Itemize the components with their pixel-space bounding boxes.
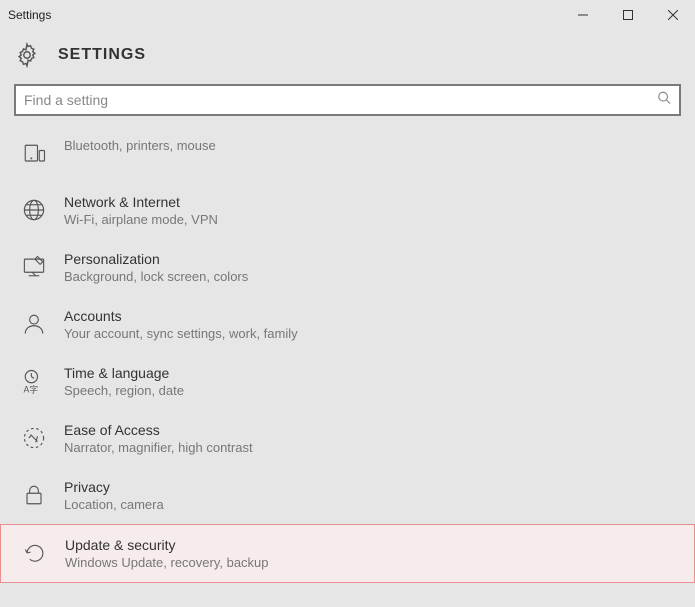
category-subtitle: Location, camera — [64, 497, 164, 512]
close-button[interactable] — [650, 0, 695, 30]
category-text: Bluetooth, printers, mouse — [64, 138, 216, 153]
category-item-devices[interactable]: Bluetooth, printers, mouse — [14, 126, 681, 182]
accounts-icon — [18, 308, 50, 340]
category-subtitle: Your account, sync settings, work, famil… — [64, 326, 298, 341]
category-text: Ease of Access Narrator, magnifier, high … — [64, 422, 253, 455]
category-title: Update & security — [65, 537, 269, 553]
category-title: Network & Internet — [64, 194, 218, 210]
category-item-time[interactable]: A字 Time & language Speech, region, date — [14, 353, 681, 410]
gear-icon — [14, 42, 40, 68]
privacy-icon — [18, 479, 50, 511]
ease-icon — [18, 422, 50, 454]
category-item-update[interactable]: Update & security Windows Update, recover… — [0, 524, 695, 583]
minimize-button[interactable] — [560, 0, 605, 30]
category-text: Privacy Location, camera — [64, 479, 164, 512]
time-icon: A字 — [18, 365, 50, 397]
search-icon — [657, 91, 671, 110]
category-subtitle: Windows Update, recovery, backup — [65, 555, 269, 570]
category-item-network[interactable]: Network & Internet Wi-Fi, airplane mode, … — [14, 182, 681, 239]
category-subtitle: Wi-Fi, airplane mode, VPN — [64, 212, 218, 227]
search-input[interactable] — [16, 86, 679, 114]
personalization-icon — [18, 251, 50, 283]
page-title: SETTINGS — [58, 46, 146, 64]
category-text: Update & security Windows Update, recover… — [65, 537, 269, 570]
maximize-button[interactable] — [605, 0, 650, 30]
search-box[interactable] — [14, 84, 681, 116]
window-title: Settings — [8, 8, 51, 22]
page-header: SETTINGS — [0, 30, 695, 84]
category-text: Personalization Background, lock screen, … — [64, 251, 248, 284]
update-icon — [19, 537, 51, 569]
category-title: Privacy — [64, 479, 164, 495]
category-list: Bluetooth, printers, mouse Network & Inte… — [0, 122, 695, 583]
category-subtitle: Bluetooth, printers, mouse — [64, 138, 216, 153]
category-item-ease[interactable]: Ease of Access Narrator, magnifier, high … — [14, 410, 681, 467]
category-title: Personalization — [64, 251, 248, 267]
category-text: Time & language Speech, region, date — [64, 365, 184, 398]
category-title: Ease of Access — [64, 422, 253, 438]
titlebar: Settings — [0, 0, 695, 30]
network-icon — [18, 194, 50, 226]
svg-text:A字: A字 — [24, 383, 39, 394]
category-subtitle: Narrator, magnifier, high contrast — [64, 440, 253, 455]
category-item-personalization[interactable]: Personalization Background, lock screen, … — [14, 239, 681, 296]
category-item-privacy[interactable]: Privacy Location, camera — [14, 467, 681, 524]
devices-icon — [18, 138, 50, 170]
category-title: Time & language — [64, 365, 184, 381]
category-subtitle: Speech, region, date — [64, 383, 184, 398]
category-item-accounts[interactable]: Accounts Your account, sync settings, wor… — [14, 296, 681, 353]
window-controls — [560, 0, 695, 30]
category-text: Network & Internet Wi-Fi, airplane mode, … — [64, 194, 218, 227]
category-subtitle: Background, lock screen, colors — [64, 269, 248, 284]
category-title: Accounts — [64, 308, 298, 324]
category-text: Accounts Your account, sync settings, wor… — [64, 308, 298, 341]
